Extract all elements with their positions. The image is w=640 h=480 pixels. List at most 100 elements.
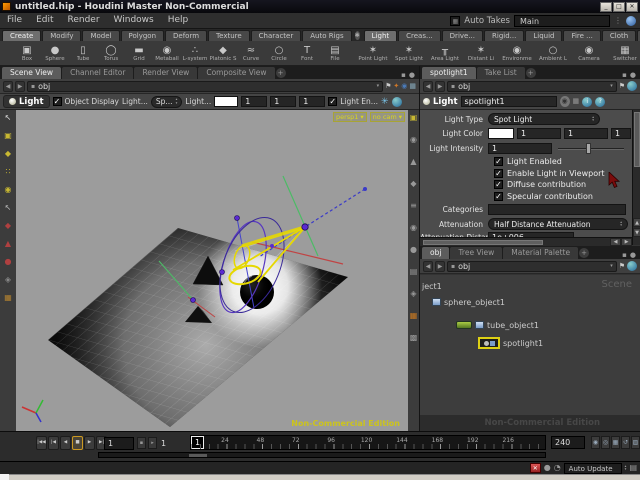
viewport-tool-icon[interactable]: ▩ bbox=[410, 333, 418, 342]
playbar-option-button[interactable]: ↺ bbox=[621, 436, 630, 449]
pane-tab[interactable]: Scene View bbox=[2, 67, 62, 79]
take-select[interactable]: Main bbox=[514, 14, 610, 27]
viewport-tool-icon[interactable]: ≡ bbox=[410, 201, 417, 210]
help-sphere-icon[interactable] bbox=[627, 261, 637, 271]
viewport-tool-icon[interactable]: ◆ bbox=[5, 149, 11, 158]
shelf-tool-button[interactable]: ≈ Curve bbox=[237, 41, 265, 65]
shelf-tool-button[interactable]: ◆ Platonic S bbox=[209, 41, 237, 65]
pin-icon[interactable]: ▪ bbox=[451, 83, 455, 90]
path-dropdown-icon[interactable]: ▾ bbox=[377, 83, 380, 89]
shelf-tab[interactable]: Create bbox=[2, 30, 42, 41]
shelf-tab[interactable]: Liquid bbox=[525, 30, 563, 41]
shelf-tool-button[interactable]: ▯ Tube bbox=[69, 41, 97, 65]
path-field[interactable]: ▪ obj ▾ bbox=[447, 80, 617, 92]
forward-button[interactable]: ▶ bbox=[435, 260, 445, 272]
checkbox-checked[interactable]: ✓ bbox=[494, 157, 503, 166]
info-icon[interactable]: i bbox=[582, 96, 593, 107]
pane-menu-icon[interactable]: ● bbox=[630, 251, 636, 259]
viewport-tool-icon[interactable]: ◆ bbox=[5, 221, 11, 230]
node-name-field[interactable]: spotlight1 bbox=[460, 96, 557, 107]
scrollbar-thumb[interactable] bbox=[634, 112, 640, 167]
frame-field[interactable]: 1 bbox=[104, 437, 134, 450]
camera-icon[interactable]: ◉ bbox=[401, 81, 407, 92]
takes-icon[interactable]: ▦ bbox=[450, 15, 461, 26]
viewport-tool-icon[interactable]: ◆ bbox=[410, 179, 416, 188]
light-type-dropdown[interactable]: Spot Light ▴ ▾ bbox=[488, 113, 600, 125]
shelf-tool-button[interactable]: ▣ Box bbox=[13, 41, 41, 65]
forward-button[interactable]: ▶ bbox=[435, 80, 445, 92]
playbar-option-button[interactable]: ▦ bbox=[611, 436, 620, 449]
shelf-tool-button[interactable]: ▬ Grid bbox=[125, 41, 153, 65]
tree-node[interactable]: sphere_object1 bbox=[420, 295, 640, 309]
checkbox-checked[interactable]: ✓ bbox=[494, 168, 503, 178]
pane-tab[interactable]: Material Palette bbox=[503, 247, 579, 259]
viewport-tool-icon[interactable]: ▣ bbox=[410, 113, 418, 122]
back-button[interactable]: ◀ bbox=[423, 80, 433, 92]
categories-field[interactable] bbox=[488, 204, 626, 215]
pane-menu-icon[interactable]: ● bbox=[409, 71, 415, 79]
shelf-tool-button[interactable]: ╥ Area Light bbox=[427, 41, 463, 65]
viewport-camera-badge[interactable]: persp1 ▾ bbox=[332, 112, 367, 122]
viewport-tool-icon[interactable]: ▤ bbox=[410, 267, 418, 276]
viewport-tool-icon[interactable]: ↖ bbox=[5, 203, 12, 212]
grid-snap-icon[interactable]: ▦ bbox=[409, 81, 416, 92]
pin-icon[interactable]: ▪ bbox=[451, 263, 455, 270]
flag-icon[interactable]: ⚑ bbox=[619, 81, 625, 92]
scene-viewport[interactable]: persp1 ▾ no cam ▾ Non-Commercial Edition bbox=[16, 110, 408, 431]
color-r-field[interactable]: 1 bbox=[517, 128, 561, 139]
shelf-tab[interactable]: Model bbox=[82, 30, 120, 41]
help-sphere-icon[interactable] bbox=[626, 15, 636, 26]
shelf-tool-button[interactable]: ∴ L-system bbox=[181, 41, 209, 65]
color-b-field[interactable]: 1 bbox=[611, 128, 631, 139]
back-button[interactable]: ◀ bbox=[423, 260, 433, 272]
viewport-tool-icon[interactable]: ▲ bbox=[410, 157, 416, 166]
shelf-gear-icon[interactable]: ✱ bbox=[354, 31, 360, 40]
shelf-tab[interactable]: Auto Rigs bbox=[302, 30, 352, 41]
shelf-tab[interactable]: Modify bbox=[42, 30, 82, 41]
color-b-field[interactable]: 1 bbox=[299, 96, 326, 107]
shelf-tab[interactable]: Character bbox=[250, 30, 302, 41]
pane-tab[interactable]: Tree View bbox=[450, 247, 503, 259]
viewport-tool-icon[interactable]: ◉ bbox=[410, 135, 417, 144]
axis-icon[interactable]: ✳ bbox=[381, 97, 389, 107]
pane-maximize-icon[interactable]: ▪ bbox=[401, 71, 406, 79]
shelf-tool-button[interactable]: ✶ Spot Light bbox=[391, 41, 427, 65]
shelf-tab[interactable]: Creas... bbox=[398, 30, 441, 41]
clock-icon[interactable]: ▦ bbox=[573, 96, 580, 107]
back-button[interactable]: ◀ bbox=[3, 80, 13, 92]
pin-orange-icon[interactable]: ✦ bbox=[393, 81, 399, 92]
light-color-swatch[interactable] bbox=[488, 128, 514, 139]
shelf-tool-button[interactable]: T Font bbox=[293, 41, 321, 65]
help-sphere-icon[interactable] bbox=[627, 81, 637, 91]
shelf-tab[interactable]: Polygon bbox=[120, 30, 165, 41]
slider-handle[interactable] bbox=[586, 143, 591, 154]
gear-icon[interactable]: ◉ bbox=[559, 96, 570, 107]
transport-button[interactable]: ◀ bbox=[60, 436, 71, 450]
menu-item[interactable]: Windows bbox=[107, 13, 161, 28]
cancel-render-button[interactable]: ✕ bbox=[529, 463, 541, 473]
pane-maximize-icon[interactable]: ▪ bbox=[622, 71, 627, 79]
shelf-tool-button[interactable]: ● Sphere bbox=[41, 41, 69, 65]
shelf-tool-button[interactable]: ◯ Torus bbox=[97, 41, 125, 65]
checkbox-checked[interactable]: ✓ bbox=[494, 191, 503, 201]
shelf-tab[interactable]: Cloth bbox=[601, 30, 637, 41]
path-dropdown-icon[interactable]: ▾ bbox=[610, 83, 613, 89]
shelf-tool-button[interactable]: ○ Ambient L bbox=[535, 41, 571, 65]
viewport-tool-icon[interactable]: ● bbox=[5, 257, 12, 266]
minimize-button[interactable]: _ bbox=[600, 1, 612, 12]
new-tab-button[interactable]: + bbox=[579, 248, 590, 258]
shelf-tab[interactable]: Deform bbox=[165, 30, 208, 41]
viewport-tool-icon[interactable]: ◉ bbox=[410, 223, 417, 232]
viewport-tool-icon[interactable]: ▣ bbox=[4, 131, 12, 140]
menu-item[interactable]: Help bbox=[161, 13, 196, 28]
pane-tab[interactable]: Composite View bbox=[198, 67, 275, 79]
flag-icon[interactable]: ⚑ bbox=[385, 81, 391, 92]
current-frame-indicator[interactable]: 1 bbox=[191, 436, 204, 449]
viewport-tool-icon[interactable]: ● bbox=[410, 245, 417, 254]
viewport-tool-icon[interactable]: ▲ bbox=[5, 239, 11, 248]
path-dropdown-icon[interactable]: ▾ bbox=[610, 263, 613, 269]
attenuation-dropdown[interactable]: Half Distance Attenuation ▴ ▾ bbox=[488, 218, 628, 230]
scroll-up-button[interactable]: ▲ bbox=[633, 218, 640, 227]
new-tab-button[interactable]: + bbox=[525, 68, 536, 78]
shelf-tool-button[interactable]: ○ Circle bbox=[265, 41, 293, 65]
